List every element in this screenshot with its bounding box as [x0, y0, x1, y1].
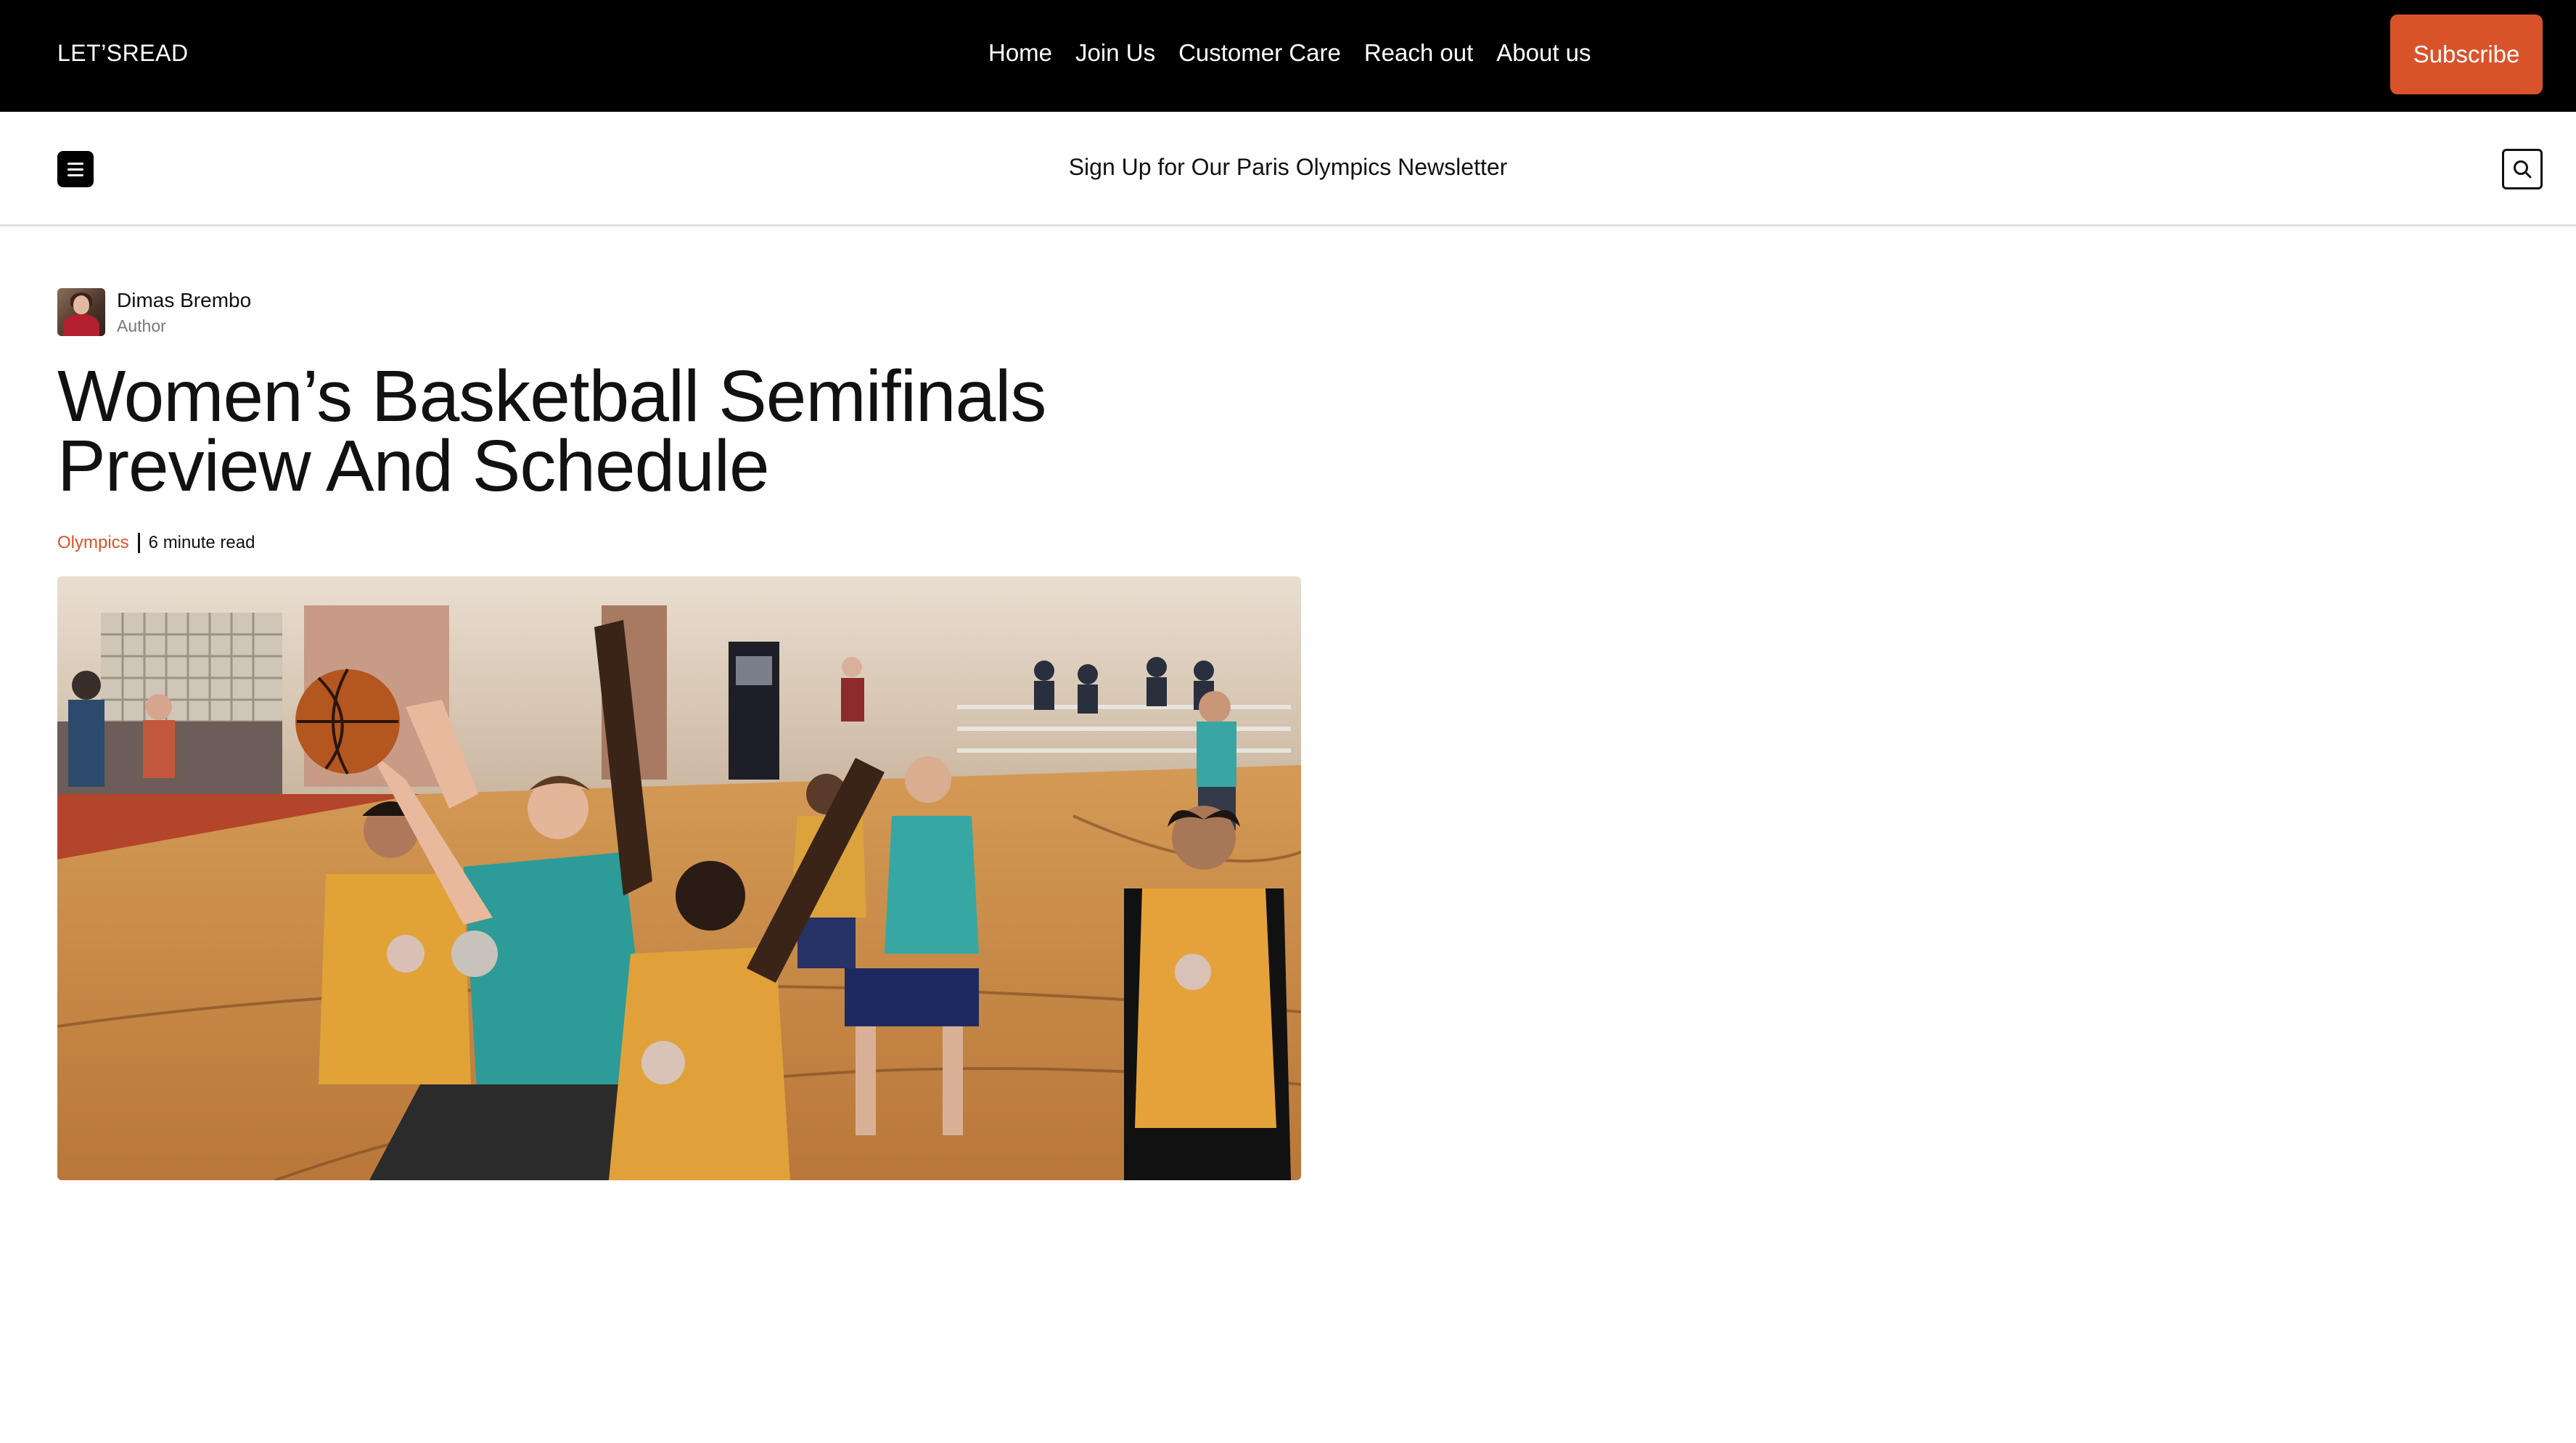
search-button[interactable]: [2502, 149, 2543, 189]
nav-link-customer-care[interactable]: Customer Care: [1178, 39, 1341, 67]
main-nav: Home Join Us Customer Care Reach out Abo…: [988, 39, 1591, 67]
author-role: Author: [117, 316, 166, 335]
author-block: Dimas Brembo Author: [57, 288, 251, 336]
site-logo[interactable]: LET’SREAD: [57, 40, 189, 67]
category-link[interactable]: Olympics: [57, 533, 129, 553]
read-time: 6 minute read: [148, 533, 255, 552]
author-avatar[interactable]: [57, 288, 105, 336]
article-meta: Olympics 6 minute read: [57, 533, 255, 553]
top-navigation-bar: LET’SREAD Home Join Us Customer Care Rea…: [0, 0, 2576, 112]
subscribe-button[interactable]: Subscribe: [2390, 15, 2543, 94]
nav-link-about-us[interactable]: About us: [1496, 39, 1591, 67]
nav-link-reach-out[interactable]: Reach out: [1364, 39, 1473, 67]
nav-link-join-us[interactable]: Join Us: [1075, 39, 1155, 67]
newsletter-promo-link[interactable]: Sign Up for Our Paris Olympics Newslette…: [0, 154, 2576, 181]
article-hero-image: [57, 576, 1301, 1180]
basketball-photo: [57, 576, 1301, 1180]
article-title: Women’s Basketball Semifinals Preview An…: [57, 356, 1046, 507]
meta-divider: [137, 533, 140, 553]
nav-link-home[interactable]: Home: [988, 39, 1052, 67]
secondary-bar: Sign Up for Our Paris Olympics Newslette…: [0, 112, 2576, 226]
author-info: Dimas Brembo Author: [117, 289, 251, 336]
author-name[interactable]: Dimas Brembo: [117, 289, 251, 312]
search-icon: [2514, 160, 2532, 179]
